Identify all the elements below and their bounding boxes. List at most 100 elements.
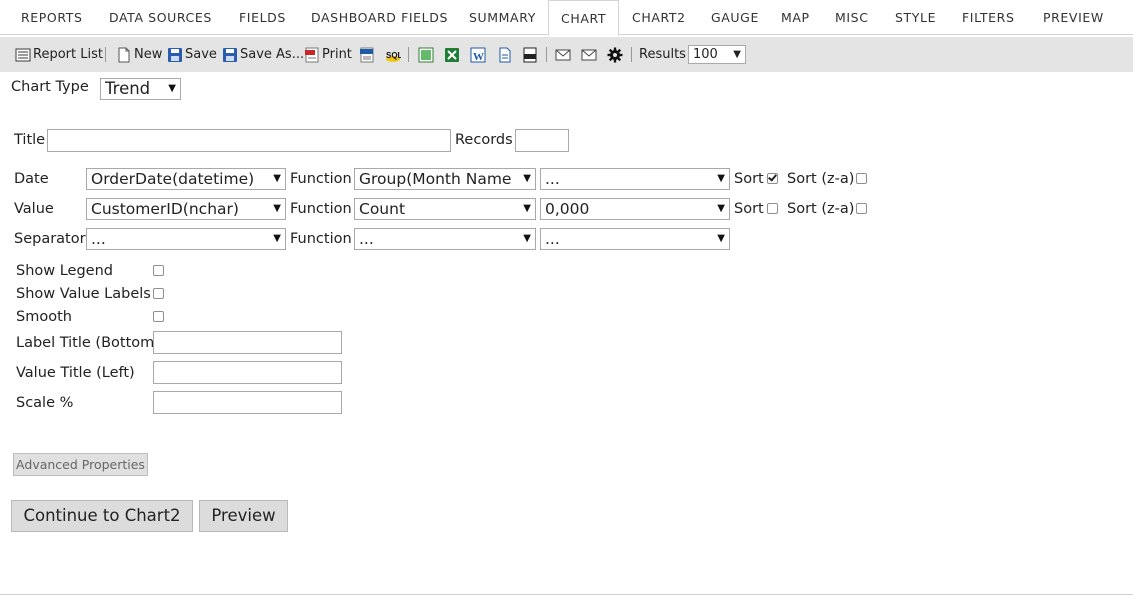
email-icon[interactable] bbox=[555, 47, 571, 63]
chevron-down-icon: ▼ bbox=[717, 203, 725, 214]
tab-style[interactable]: STYLE bbox=[895, 0, 936, 35]
value-label: Value bbox=[14, 201, 54, 217]
new-button[interactable]: New bbox=[116, 37, 162, 72]
chevron-down-icon: ▼ bbox=[733, 49, 741, 60]
value-sort-checkbox[interactable] bbox=[767, 203, 778, 214]
continue-to-chart2-button[interactable]: Continue to Chart2 bbox=[11, 500, 193, 532]
toolbar-divider bbox=[408, 47, 409, 62]
separator-function-select[interactable]: ... ▼ bbox=[354, 228, 536, 250]
tab-reports[interactable]: REPORTS bbox=[21, 0, 83, 35]
separator-field-value: ... bbox=[91, 230, 106, 248]
date-sort-label: Sort bbox=[734, 171, 764, 187]
results-select[interactable]: 100 ▼ bbox=[688, 45, 746, 64]
advanced-properties-button[interactable]: Advanced Properties bbox=[13, 453, 148, 476]
chevron-down-icon: ▼ bbox=[523, 173, 531, 184]
value-sort-za-checkbox[interactable] bbox=[856, 203, 867, 214]
label-title-bottom-label: Label Title (Bottom) bbox=[16, 335, 160, 351]
toolbar: Report List New Save Save As... Print SQ… bbox=[0, 37, 1133, 72]
tab-data-sources[interactable]: DATA SOURCES bbox=[109, 0, 212, 35]
print-label: Print bbox=[322, 47, 352, 62]
chevron-down-icon: ▼ bbox=[273, 203, 281, 214]
text-document-icon[interactable] bbox=[497, 47, 513, 63]
tab-misc[interactable]: MISC bbox=[835, 0, 869, 35]
date-field-select[interactable]: OrderDate(datetime) ▼ bbox=[86, 168, 286, 190]
report-list-button[interactable]: Report List bbox=[15, 37, 103, 72]
excel-icon[interactable] bbox=[444, 47, 460, 63]
show-legend-label: Show Legend bbox=[16, 263, 113, 279]
smooth-checkbox[interactable] bbox=[153, 311, 164, 322]
word-icon[interactable]: W bbox=[470, 47, 486, 63]
tab-bar: REPORTS DATA SOURCES FIELDS DASHBOARD FI… bbox=[0, 0, 1133, 36]
value-field-value: CustomerID(nchar) bbox=[91, 200, 239, 218]
show-legend-checkbox[interactable] bbox=[153, 265, 164, 276]
records-label: Records bbox=[455, 132, 513, 148]
separator-format-value: ... bbox=[545, 230, 560, 248]
tab-filters[interactable]: FILTERS bbox=[962, 0, 1014, 35]
tab-chart2[interactable]: CHART2 bbox=[632, 0, 686, 35]
new-label: New bbox=[134, 47, 163, 62]
tab-fields[interactable]: FIELDS bbox=[239, 0, 286, 35]
date-sort-checkbox[interactable] bbox=[767, 173, 778, 184]
smooth-label: Smooth bbox=[16, 309, 72, 325]
chart-type-select[interactable]: Trend ▼ bbox=[100, 78, 181, 100]
email-attachment-icon[interactable] bbox=[581, 47, 597, 63]
date-field-value: OrderDate(datetime) bbox=[91, 170, 255, 188]
tab-dashboard-fields[interactable]: DASHBOARD FIELDS bbox=[311, 0, 448, 35]
date-sort-za-checkbox[interactable] bbox=[856, 173, 867, 184]
label-title-bottom-input[interactable] bbox=[153, 331, 342, 354]
preview-button[interactable]: Preview bbox=[199, 500, 288, 532]
html-export-icon[interactable] bbox=[359, 47, 375, 63]
value-function-label: Function bbox=[290, 201, 352, 217]
separator-function-label: Function bbox=[290, 231, 352, 247]
footer-divider bbox=[0, 594, 1133, 595]
chart-type-label: Chart Type bbox=[11, 79, 89, 95]
sql-icon[interactable]: SQL bbox=[385, 47, 401, 63]
records-input[interactable] bbox=[515, 129, 569, 152]
tab-map[interactable]: MAP bbox=[781, 0, 810, 35]
chevron-down-icon: ▼ bbox=[717, 173, 725, 184]
results-label: Results bbox=[639, 47, 686, 62]
tab-preview[interactable]: PREVIEW bbox=[1043, 0, 1104, 35]
value-format-value: 0,000 bbox=[545, 200, 590, 218]
show-value-labels-checkbox[interactable] bbox=[153, 288, 164, 299]
save-button[interactable]: Save bbox=[167, 37, 217, 72]
value-title-left-label: Value Title (Left) bbox=[16, 365, 135, 381]
separator-field-select[interactable]: ... ▼ bbox=[86, 228, 286, 250]
csv-export-icon[interactable] bbox=[418, 47, 434, 63]
save-as-icon bbox=[223, 47, 237, 62]
toolbar-divider bbox=[105, 47, 106, 62]
separator-function-value: ... bbox=[359, 230, 374, 248]
title-label: Title bbox=[14, 132, 46, 148]
toolbar-divider bbox=[631, 47, 632, 62]
tab-chart[interactable]: CHART bbox=[548, 0, 619, 36]
date-format-select[interactable]: ... ▼ bbox=[540, 168, 730, 190]
report-list-label: Report List bbox=[33, 47, 103, 62]
save-as-button[interactable]: Save As... bbox=[222, 37, 304, 72]
date-label: Date bbox=[14, 171, 49, 187]
save-label: Save bbox=[185, 47, 217, 62]
chevron-down-icon: ▼ bbox=[168, 83, 176, 94]
separator-format-select[interactable]: ... ▼ bbox=[540, 228, 730, 250]
value-sort-label: Sort bbox=[734, 201, 764, 217]
value-title-left-input[interactable] bbox=[153, 361, 342, 384]
value-function-select[interactable]: Count ▼ bbox=[354, 198, 536, 220]
pdf-print-icon bbox=[305, 47, 319, 62]
chevron-down-icon: ▼ bbox=[523, 203, 531, 214]
save-as-label: Save As... bbox=[240, 47, 305, 62]
rtf-icon[interactable] bbox=[522, 47, 538, 63]
date-function-select[interactable]: Group(Month Name ▼ bbox=[354, 168, 536, 190]
gear-icon[interactable] bbox=[607, 47, 623, 63]
date-function-value: Group(Month Name bbox=[359, 170, 512, 188]
scale-input[interactable] bbox=[153, 391, 342, 414]
chevron-down-icon: ▼ bbox=[273, 233, 281, 244]
value-field-select[interactable]: CustomerID(nchar) ▼ bbox=[86, 198, 286, 220]
title-input[interactable] bbox=[47, 129, 451, 152]
tab-gauge[interactable]: GAUGE bbox=[711, 0, 759, 35]
show-value-labels-label: Show Value Labels bbox=[16, 286, 151, 302]
value-format-select[interactable]: 0,000 ▼ bbox=[540, 198, 730, 220]
tab-summary[interactable]: SUMMARY bbox=[469, 0, 536, 35]
print-button[interactable]: Print bbox=[304, 37, 352, 72]
chevron-down-icon: ▼ bbox=[273, 173, 281, 184]
value-function-value: Count bbox=[359, 200, 406, 218]
date-format-value: ... bbox=[545, 170, 560, 188]
